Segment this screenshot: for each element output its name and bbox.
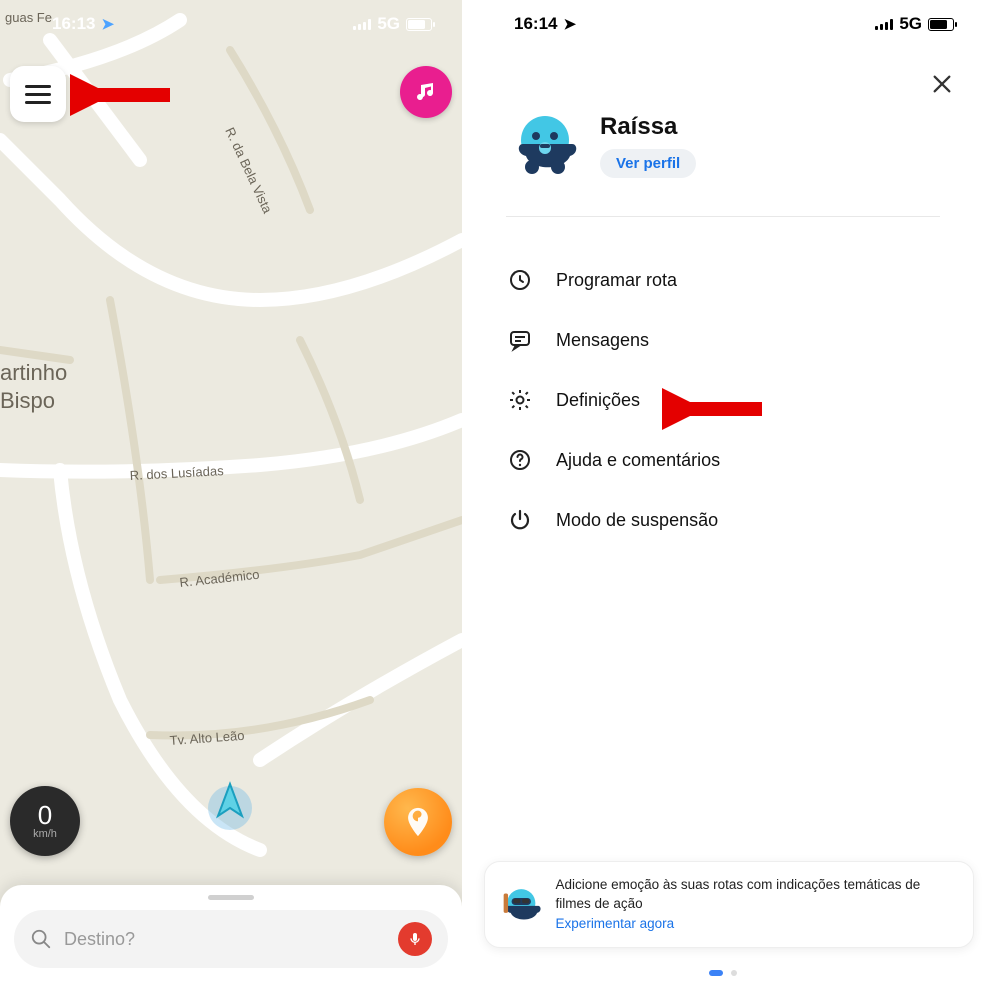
status-time: 16:13 xyxy=(52,14,95,34)
page-dot[interactable] xyxy=(731,970,737,976)
city-label: Bispo xyxy=(0,388,55,413)
signal-icon xyxy=(353,18,371,30)
menu-label: Ajuda e comentários xyxy=(556,450,720,471)
status-bar: 16:14 ➤ 5G xyxy=(462,0,984,48)
username: Raíssa xyxy=(600,113,696,141)
close-icon xyxy=(931,73,953,95)
menu-item-messages[interactable]: Mensagens xyxy=(500,310,946,370)
promo-link[interactable]: Experimentar agora xyxy=(556,915,957,933)
search-row[interactable] xyxy=(14,910,448,968)
view-profile-button[interactable]: Ver perfil xyxy=(600,149,696,178)
menu-button[interactable] xyxy=(10,66,66,122)
search-icon xyxy=(30,928,52,950)
divider xyxy=(506,216,940,217)
menu-label: Definições xyxy=(556,390,640,411)
microphone-icon xyxy=(407,931,423,947)
gps-cursor-icon xyxy=(200,774,260,834)
status-time: 16:14 xyxy=(514,14,557,34)
power-icon xyxy=(506,508,534,532)
search-panel xyxy=(0,885,462,1004)
location-indicator-icon: ➤ xyxy=(563,15,576,33)
annotation-arrow-icon xyxy=(70,70,180,120)
speed-value: 0 xyxy=(38,802,52,828)
avatar[interactable] xyxy=(510,110,580,180)
report-button[interactable] xyxy=(384,788,452,856)
menu-screen: 16:14 ➤ 5G Raí xyxy=(462,0,984,1004)
network-label: 5G xyxy=(899,14,922,34)
drag-handle[interactable] xyxy=(208,895,254,900)
map-canvas[interactable]: guas Fe R. da Bela Vista artinho Bispo R… xyxy=(0,0,462,1004)
voice-search-button[interactable] xyxy=(398,922,432,956)
signal-icon xyxy=(875,18,893,30)
music-button[interactable] xyxy=(400,66,452,118)
close-button[interactable] xyxy=(924,66,960,102)
help-icon xyxy=(506,448,534,472)
destination-input[interactable] xyxy=(64,929,386,950)
network-label: 5G xyxy=(377,14,400,34)
menu-item-help[interactable]: Ajuda e comentários xyxy=(500,430,946,490)
menu-label: Programar rota xyxy=(556,270,677,291)
gear-icon xyxy=(506,388,534,412)
status-bar: 16:13 ➤ 5G xyxy=(0,0,462,48)
profile-section: Raíssa Ver perfil xyxy=(510,110,936,180)
page-indicator xyxy=(462,970,984,976)
battery-icon xyxy=(928,18,954,31)
music-icon xyxy=(414,80,438,104)
menu-item-sleep-mode[interactable]: Modo de suspensão xyxy=(500,490,946,550)
speed-unit: km/h xyxy=(33,828,57,840)
waze-cool-icon xyxy=(501,882,542,928)
menu-item-schedule-route[interactable]: Programar rota xyxy=(500,250,946,310)
location-indicator-icon: ➤ xyxy=(101,15,114,33)
hamburger-icon xyxy=(25,85,51,104)
map-screen: guas Fe R. da Bela Vista artinho Bispo R… xyxy=(0,0,462,1004)
battery-icon xyxy=(406,18,432,31)
message-icon xyxy=(506,328,534,352)
promo-text-block: Adicione emoção às suas rotas com indica… xyxy=(556,876,957,933)
annotation-arrow-icon xyxy=(662,386,772,432)
waze-avatar-icon xyxy=(510,110,580,180)
promo-text: Adicione emoção às suas rotas com indica… xyxy=(556,877,921,910)
menu-label: Modo de suspensão xyxy=(556,510,718,531)
menu-label: Mensagens xyxy=(556,330,649,351)
clock-route-icon xyxy=(506,268,534,292)
promo-card[interactable]: Adicione emoção às suas rotas com indica… xyxy=(484,861,974,948)
city-label: artinho xyxy=(0,360,67,385)
speed-indicator[interactable]: 0 km/h xyxy=(10,786,80,856)
report-pin-icon xyxy=(401,805,435,839)
page-dot-active[interactable] xyxy=(709,970,723,976)
